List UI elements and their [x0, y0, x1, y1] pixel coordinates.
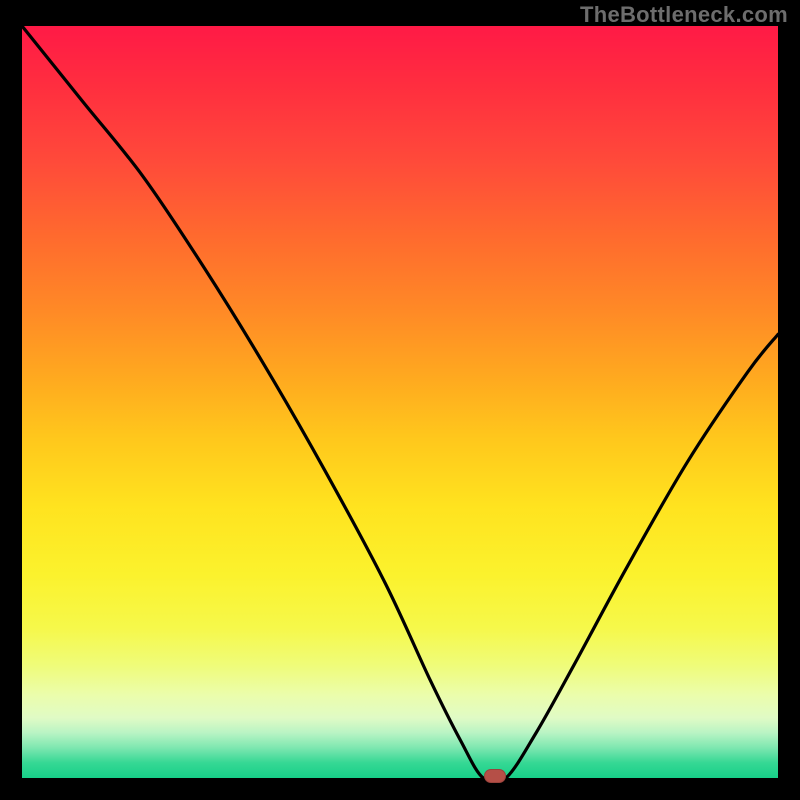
- watermark-text: TheBottleneck.com: [580, 2, 788, 28]
- plot-area: [22, 26, 778, 778]
- bottleneck-curve: [22, 26, 778, 783]
- curve-svg: [22, 26, 778, 778]
- chart-frame: TheBottleneck.com: [0, 0, 800, 800]
- optimal-point-marker: [484, 769, 506, 783]
